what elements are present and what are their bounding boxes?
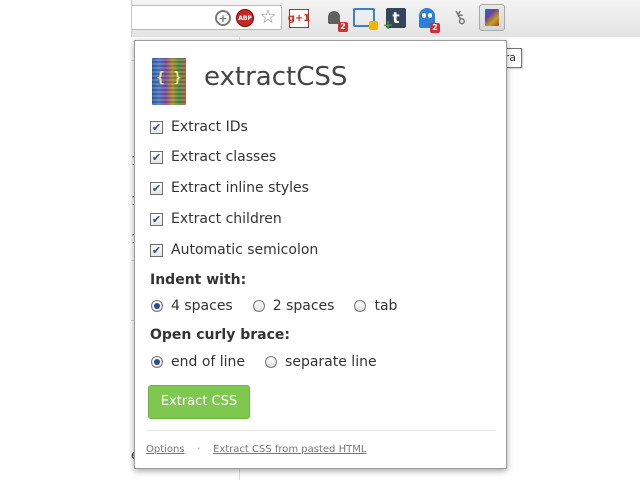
popup-title: extractCSS: [204, 62, 348, 92]
option-label: Extract IDs: [171, 119, 248, 135]
checkbox-extract-classes[interactable]: ✔: [150, 150, 163, 164]
radio-option-2-spaces[interactable]: 2 spaces: [252, 298, 335, 314]
checkbox-extract-inline-styles[interactable]: ✔: [150, 181, 163, 195]
option-extract-ids[interactable]: ✔ Extract IDs: [150, 117, 248, 137]
brace-radio-group: end of line separate line: [151, 352, 397, 372]
option-extract-classes[interactable]: ✔ Extract classes: [150, 147, 276, 167]
zoom-icon[interactable]: +: [215, 10, 231, 26]
checkbox-extract-ids[interactable]: ✔: [150, 120, 163, 134]
indent-radio-group: 4 spaces 2 spaces tab: [151, 296, 417, 316]
radio-label: end of line: [171, 354, 246, 370]
ghost-badge: 2: [430, 23, 440, 33]
bookmark-star-icon[interactable]: ☆: [258, 7, 278, 27]
tumblr-label: t: [392, 9, 400, 27]
radio-option-tab[interactable]: tab: [354, 298, 397, 314]
radio-option-4-spaces[interactable]: 4 spaces: [151, 298, 233, 314]
radio-2-spaces[interactable]: [252, 300, 265, 312]
radio-option-end-of-line[interactable]: end of line: [151, 354, 245, 370]
notifications-badge: 2: [338, 22, 348, 32]
brace-section-label: Open curly brace:: [150, 327, 290, 343]
extract-from-pasted-html-link[interactable]: Extract CSS from pasted HTML: [213, 444, 366, 455]
logo-text: { }: [156, 70, 182, 86]
adblock-icon[interactable]: ABP: [236, 9, 254, 27]
option-label: Extract children: [171, 211, 282, 227]
indent-section-label: Indent with:: [150, 272, 247, 288]
radio-label: separate line: [285, 354, 377, 370]
extractcss-logo-icon: { }: [152, 58, 186, 105]
footer-separator: ·: [197, 442, 201, 455]
option-automatic-semicolon[interactable]: ✔ Automatic semicolon: [150, 240, 318, 260]
radio-end-of-line[interactable]: [151, 356, 163, 368]
adblock-label: ABP: [238, 14, 252, 22]
radio-4-spaces[interactable]: [151, 300, 163, 312]
checkbox-extract-children[interactable]: ✔: [150, 212, 163, 226]
radio-option-separate-line[interactable]: separate line: [265, 354, 377, 370]
extract-css-button[interactable]: Extract CSS: [148, 385, 250, 419]
radio-label: 4 spaces: [171, 298, 233, 314]
google-plus-label: g+1: [287, 13, 311, 24]
option-label: Extract classes: [171, 149, 277, 165]
notifications-bell-icon[interactable]: 2: [325, 9, 348, 32]
radio-separate-line[interactable]: [265, 356, 278, 368]
extension-popup: { } extractCSS ✔ Extract IDs ✔ Extract c…: [134, 40, 507, 469]
radio-label: 2 spaces: [272, 298, 335, 314]
radio-label: tab: [374, 298, 398, 314]
option-label: Automatic semicolon: [171, 242, 319, 258]
footer-divider: [147, 430, 496, 431]
option-extract-inline-styles[interactable]: ✔ Extract inline styles: [150, 178, 309, 198]
option-label: Extract inline styles: [171, 180, 309, 196]
options-link[interactable]: Options: [146, 444, 185, 455]
checkbox-automatic-semicolon[interactable]: ✔: [150, 243, 163, 257]
screenshot-icon[interactable]: [353, 8, 378, 30]
radio-tab[interactable]: [354, 300, 367, 312]
google-plus-icon[interactable]: g+1: [287, 9, 311, 28]
ghost-icon[interactable]: 2: [419, 8, 440, 33]
extractcss-extension-icon[interactable]: [479, 4, 505, 31]
tumblr-icon[interactable]: t +: [383, 8, 406, 32]
option-extract-children[interactable]: ✔ Extract children: [150, 209, 282, 229]
